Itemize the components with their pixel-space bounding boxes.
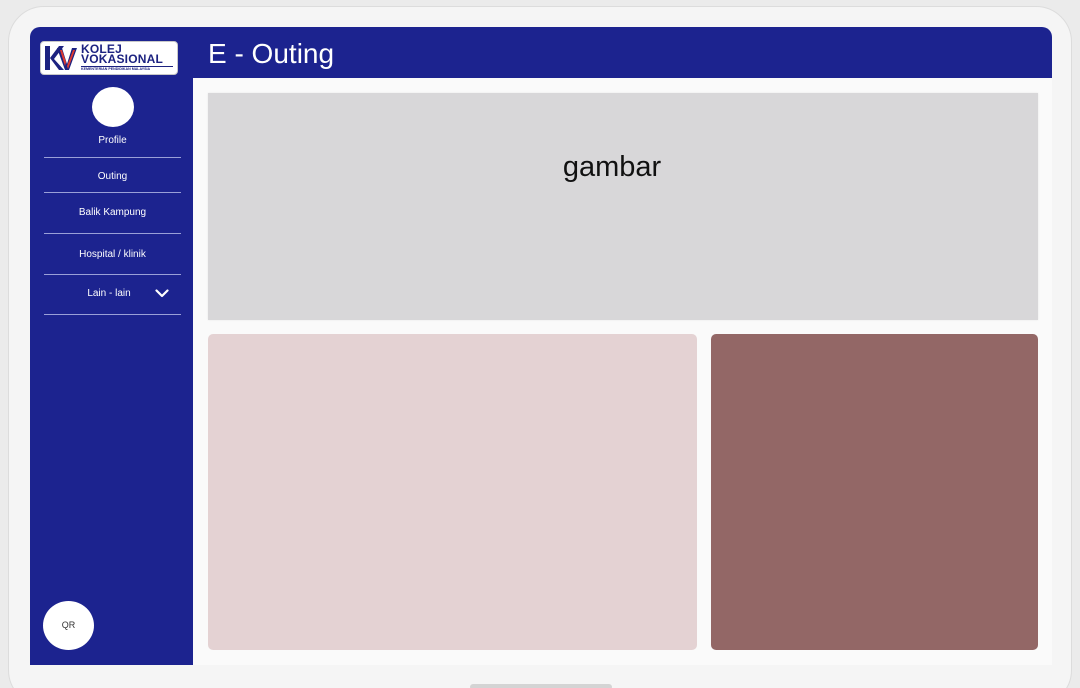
sidebar-item-label: Hospital / klinik — [79, 249, 146, 260]
qr-button[interactable]: QR — [43, 601, 94, 650]
logo-text-ministry: KEMENTERIAN PENDIDIKAN MALAYSIA — [81, 67, 151, 71]
main-content: gambar — [193, 78, 1052, 665]
sidebar-item-label: Balik Kampung — [78, 207, 147, 218]
sidebar-item-profile[interactable]: Profile — [44, 131, 181, 158]
sidebar-item-label: Lain - lain — [87, 288, 131, 299]
page-title: E - Outing — [208, 38, 335, 69]
chevron-down-icon[interactable] — [155, 289, 169, 298]
sidebar-item-label: Outing — [97, 171, 128, 182]
logo-text-vokasional: VOKASIONAL — [81, 52, 164, 66]
app-screen: KOLEJ VOKASIONAL KEMENTERIAN PENDIDIKAN … — [30, 27, 1052, 665]
sidebar-item-label: Profile — [98, 135, 127, 146]
content-card-left[interactable] — [208, 334, 697, 650]
sidebar-item-balik-kampung[interactable]: Balik Kampung — [44, 193, 181, 234]
sidebar-item-outing[interactable]: Outing — [44, 158, 181, 193]
banner-placeholder-text: gambar — [562, 151, 662, 183]
home-indicator — [470, 684, 612, 688]
kolej-vokasional-logo: KOLEJ VOKASIONAL KEMENTERIAN PENDIDIKAN … — [40, 41, 178, 75]
profile-avatar[interactable] — [92, 87, 134, 127]
header-bar: E - Outing — [193, 27, 1052, 78]
image-banner: gambar — [208, 93, 1038, 320]
sidebar-item-lain-lain[interactable]: Lain - lain — [44, 275, 181, 315]
kv-logo-mark-icon — [43, 44, 79, 72]
sidebar-item-hospital-klinik[interactable]: Hospital / klinik — [44, 234, 181, 275]
sidebar: KOLEJ VOKASIONAL KEMENTERIAN PENDIDIKAN … — [30, 27, 193, 665]
content-card-right[interactable] — [711, 334, 1038, 650]
